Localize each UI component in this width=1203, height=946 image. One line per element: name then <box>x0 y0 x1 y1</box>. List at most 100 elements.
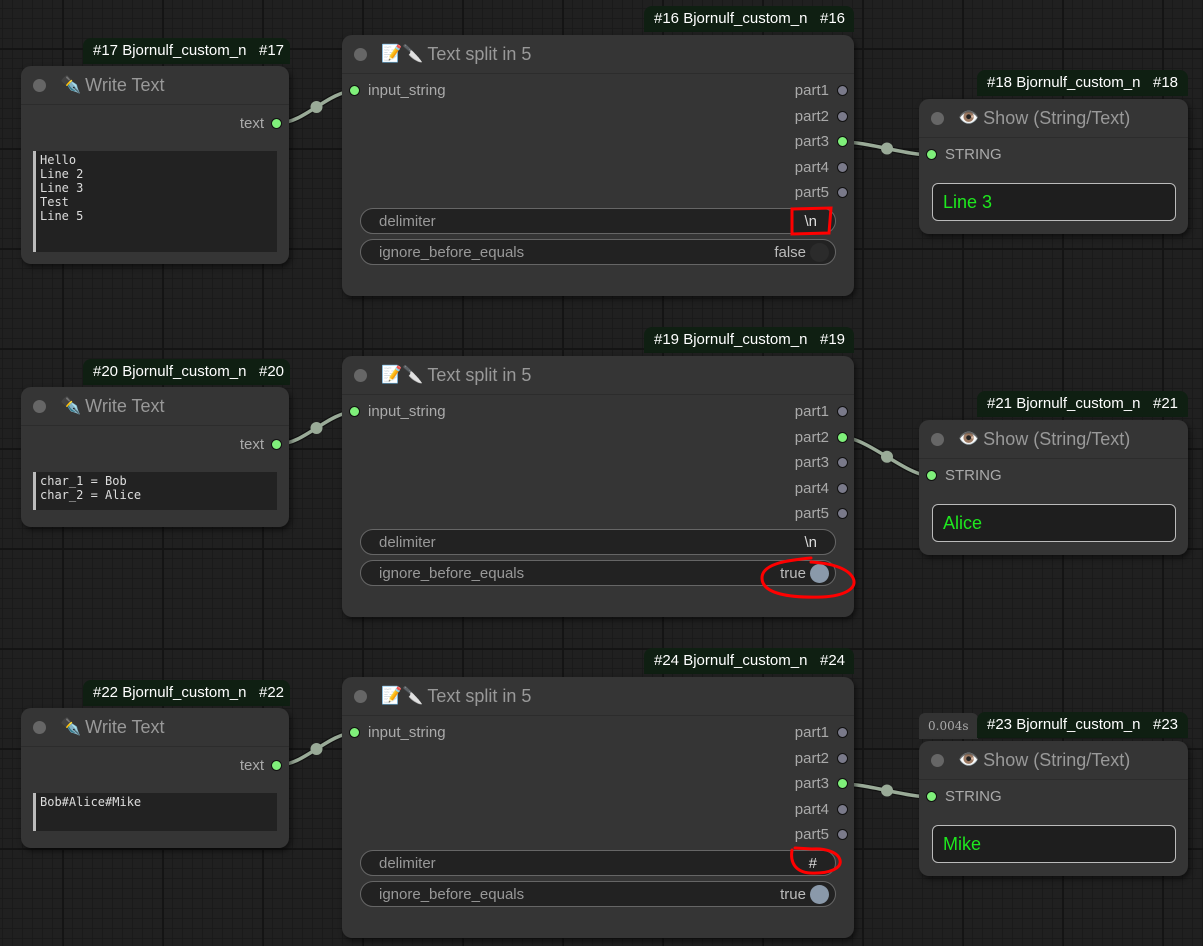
link-midpoint-handle[interactable] <box>881 142 893 155</box>
link-midpoint-handle[interactable] <box>881 450 893 463</box>
node-title-bar[interactable]: 📝🔪 Text split in 5 <box>342 35 854 74</box>
input-slot-input-string[interactable]: input_string <box>349 403 446 420</box>
input-dot[interactable] <box>349 727 360 738</box>
delimiter-value[interactable]: \n <box>804 534 817 551</box>
ignore-before-equals-toggle[interactable]: ignore_before_equals true <box>360 560 836 586</box>
collapse-toggle[interactable] <box>931 111 944 125</box>
input-slot-string[interactable]: STRING <box>926 788 1002 805</box>
node-title-bar[interactable]: 👁️ Show (String/Text) <box>919 99 1188 138</box>
collapse-toggle[interactable] <box>931 432 944 446</box>
input-slot-string[interactable]: STRING <box>926 146 1002 163</box>
output-dot[interactable] <box>837 803 848 815</box>
output-dot[interactable] <box>837 508 848 519</box>
collapse-toggle[interactable] <box>33 399 46 413</box>
output-dot[interactable] <box>837 778 848 789</box>
link-wire[interactable] <box>842 782 932 799</box>
collapse-toggle[interactable] <box>354 368 367 382</box>
show-text-node[interactable]: 👁️ Show (String/Text) STRING Alice <box>919 420 1188 555</box>
node-title-bar[interactable]: ✒️ Write Text <box>21 387 289 426</box>
link-midpoint-handle[interactable] <box>310 422 323 434</box>
output-slot-part3[interactable]: part3 <box>795 454 848 471</box>
output-slot-part2[interactable]: part2 <box>795 108 848 125</box>
output-dot[interactable] <box>271 760 282 771</box>
link-midpoint-handle[interactable] <box>881 784 893 797</box>
toggle-knob[interactable] <box>810 242 829 262</box>
output-dot[interactable] <box>837 187 848 198</box>
output-slot-text[interactable]: text <box>240 115 282 132</box>
link-wire[interactable] <box>842 435 932 478</box>
output-slot-part2[interactable]: part2 <box>795 429 848 446</box>
output-slot-part1[interactable]: part1 <box>795 724 848 741</box>
text-input-area[interactable]: char_1 = Bob char_2 = Alice <box>33 472 277 510</box>
node-title-bar[interactable]: 👁️ Show (String/Text) <box>919 420 1188 459</box>
output-slot-part5[interactable]: part5 <box>795 826 848 843</box>
output-dot[interactable] <box>837 727 848 738</box>
write-text-node[interactable]: ✒️ Write Text text Hello Line 2 Line 3 Test… <box>21 66 289 264</box>
output-dot[interactable] <box>837 482 848 494</box>
output-slot-text[interactable]: text <box>240 757 282 774</box>
node-title-bar[interactable]: 👁️ Show (String/Text) <box>919 741 1188 780</box>
text-input-area[interactable]: Bob#Alice#Mike <box>33 793 277 831</box>
write-text-node[interactable]: ✒️ Write Text text char_1 = Bob char_2 = Al… <box>21 387 289 527</box>
node-title-bar[interactable]: ✒️ Write Text <box>21 66 289 105</box>
text-split-node[interactable]: 📝🔪 Text split in 5 input_string part1 part2 p… <box>342 356 854 617</box>
ignore-before-equals-toggle[interactable]: ignore_before_equals true <box>360 881 836 907</box>
show-text-node[interactable]: 👁️ Show (String/Text) STRING Line 3 <box>919 99 1188 234</box>
output-slot-part3[interactable]: part3 <box>795 775 848 792</box>
show-text-node[interactable]: 👁️ Show (String/Text) STRING Mike <box>919 741 1188 876</box>
output-dot[interactable] <box>837 752 848 764</box>
text-split-node[interactable]: 📝🔪 Text split in 5 input_string part1 part2 p… <box>342 677 854 938</box>
output-slot-part1[interactable]: part1 <box>795 82 848 99</box>
output-dot[interactable] <box>837 136 848 147</box>
input-dot[interactable] <box>926 791 937 802</box>
node-title-bar[interactable]: 📝🔪 Text split in 5 <box>342 677 854 716</box>
toggle-knob[interactable] <box>810 884 829 904</box>
input-slot-input-string[interactable]: input_string <box>349 724 446 741</box>
output-slot-part4[interactable]: part4 <box>795 801 848 818</box>
output-dot[interactable] <box>837 406 848 417</box>
output-dot[interactable] <box>271 439 282 450</box>
collapse-toggle[interactable] <box>354 47 367 61</box>
output-dot[interactable] <box>837 431 848 443</box>
input-dot[interactable] <box>349 406 360 417</box>
link-midpoint-handle[interactable] <box>310 101 323 113</box>
output-dot[interactable] <box>837 161 848 173</box>
write-text-node[interactable]: ✒️ Write Text text Bob#Alice#Mike <box>21 708 289 848</box>
output-dot[interactable] <box>837 110 848 122</box>
text-input-area[interactable]: Hello Line 2 Line 3 Test Line 5 <box>33 151 277 252</box>
link-wire[interactable] <box>842 140 932 157</box>
input-slot-string[interactable]: STRING <box>926 467 1002 484</box>
delimiter-widget[interactable]: delimiter \n <box>360 208 836 234</box>
output-slot-part5[interactable]: part5 <box>795 184 848 201</box>
output-slot-part4[interactable]: part4 <box>795 159 848 176</box>
text-split-node[interactable]: 📝🔪 Text split in 5 input_string part1 part2 p… <box>342 35 854 296</box>
output-slot-part4[interactable]: part4 <box>795 480 848 497</box>
delimiter-value[interactable]: # <box>809 855 817 872</box>
output-dot[interactable] <box>837 85 848 96</box>
execution-time-badge: 0.004s <box>919 713 978 739</box>
output-slot-part5[interactable]: part5 <box>795 505 848 522</box>
output-slot-part2[interactable]: part2 <box>795 750 848 767</box>
output-slot-text[interactable]: text <box>240 436 282 453</box>
input-dot[interactable] <box>926 149 937 160</box>
link-midpoint-handle[interactable] <box>310 743 323 755</box>
input-slot-input-string[interactable]: input_string <box>349 82 446 99</box>
collapse-toggle[interactable] <box>354 689 367 703</box>
node-title-bar[interactable]: 📝🔪 Text split in 5 <box>342 356 854 395</box>
delimiter-widget[interactable]: delimiter \n <box>360 529 836 555</box>
node-title-bar[interactable]: ✒️ Write Text <box>21 708 289 747</box>
toggle-knob[interactable] <box>810 563 829 583</box>
input-dot[interactable] <box>349 85 360 96</box>
output-dot[interactable] <box>837 829 848 840</box>
output-slot-part3[interactable]: part3 <box>795 133 848 150</box>
collapse-toggle[interactable] <box>33 720 46 734</box>
input-dot[interactable] <box>926 470 937 481</box>
delimiter-value[interactable]: \n <box>804 213 817 230</box>
ignore-before-equals-toggle[interactable]: ignore_before_equals false <box>360 239 836 265</box>
collapse-toggle[interactable] <box>931 753 944 767</box>
output-slot-part1[interactable]: part1 <box>795 403 848 420</box>
output-dot[interactable] <box>271 118 282 129</box>
output-dot[interactable] <box>837 457 848 468</box>
collapse-toggle[interactable] <box>33 78 46 92</box>
delimiter-widget[interactable]: delimiter # <box>360 850 836 876</box>
